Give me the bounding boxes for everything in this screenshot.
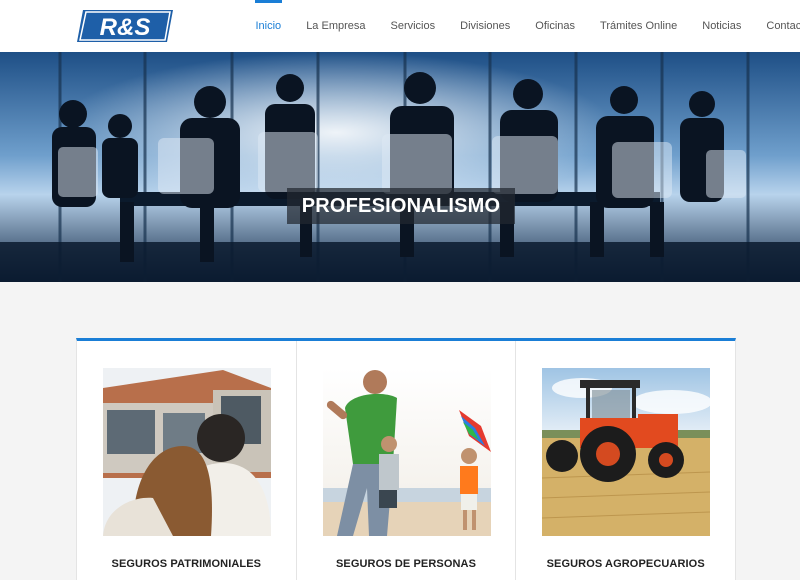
tractor-field-image [542, 368, 711, 536]
nav-item-tramites-online[interactable]: Trámites Online [588, 0, 690, 52]
hero-banner: PROFESIONALISMO [0, 52, 800, 282]
nav-item-contacto[interactable]: Contacto [754, 0, 800, 52]
nav-item-oficinas[interactable]: Oficinas [523, 0, 588, 52]
card-title: SEGUROS DE PERSONAS [335, 558, 477, 570]
nav-item-divisiones[interactable]: Divisiones [448, 0, 523, 52]
card-seguros-de-personas[interactable]: SEGUROS DE PERSONAS [297, 341, 517, 580]
nav-item-inicio[interactable]: Inicio [243, 0, 294, 52]
nav-item-servicios[interactable]: Servicios [378, 0, 448, 52]
nav-item-la-empresa[interactable]: La Empresa [294, 0, 378, 52]
card-title: SEGUROS AGROPECUARIOS [546, 558, 705, 570]
card-seguros-agropecuarios[interactable]: SEGUROS AGROPECUARIOS [516, 341, 735, 580]
hero-title: PROFESIONALISMO [287, 188, 515, 224]
couple-house-image [103, 368, 271, 536]
nav-item-noticias[interactable]: Noticias [690, 0, 754, 52]
family-kite-image [322, 368, 491, 536]
hero-meeting-image [0, 52, 800, 282]
card-seguros-patrimoniales[interactable]: SEGUROS PATRIMONIALES [77, 341, 297, 580]
main-nav: Inicio La Empresa Servicios Divisiones O… [243, 0, 800, 52]
services-cards: SEGUROS PATRIMONIALES SEGUROS DE PERSONA… [76, 338, 736, 580]
brand-logo[interactable]: R&S [77, 10, 173, 42]
site-header: R&S Inicio La Empresa Servicios Division… [0, 0, 800, 52]
card-title: SEGUROS PATRIMONIALES [111, 558, 262, 570]
svg-text:R&S: R&S [100, 14, 151, 41]
